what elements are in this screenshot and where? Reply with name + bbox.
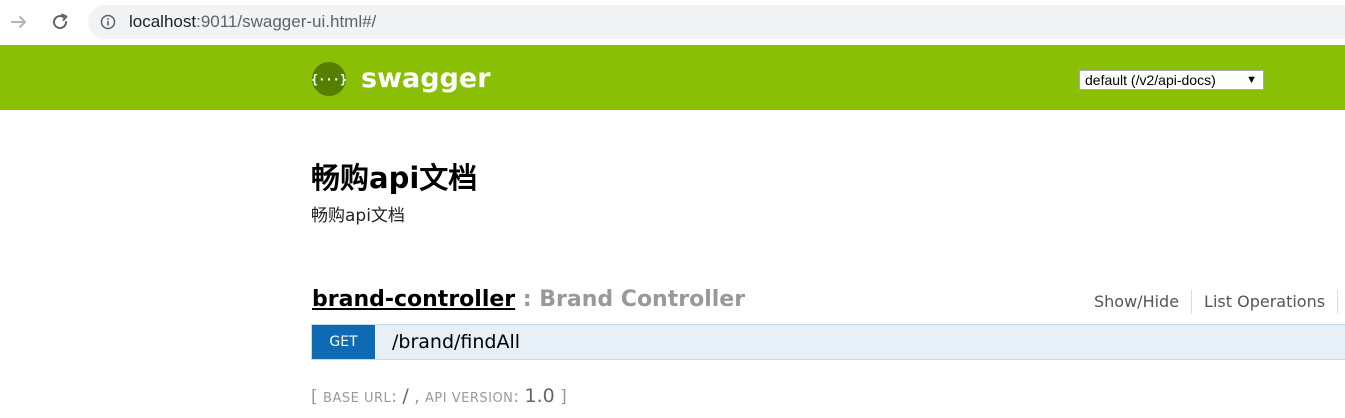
forward-button[interactable]: [7, 10, 31, 34]
spec-select-value: default (/v2/api-docs): [1085, 72, 1216, 88]
controller-description: Brand Controller: [539, 287, 746, 312]
controller-name-link[interactable]: brand-controller: [312, 287, 515, 312]
reload-button[interactable]: [48, 10, 72, 34]
swagger-logo-icon[interactable]: {···}: [311, 61, 347, 97]
spec-select[interactable]: default (/v2/api-docs) ▼: [1079, 70, 1264, 90]
address-bar[interactable]: localhost:9011/swagger-ui.html#/: [88, 5, 1345, 39]
controller-separator: :: [515, 287, 540, 312]
base-url-label: base url: [323, 391, 392, 406]
api-description: 畅购api文档: [311, 206, 405, 226]
controller-options: Show/Hide List Operations: [1080, 290, 1339, 314]
api-version-value: 1.0: [524, 385, 555, 407]
info-icon[interactable]: [100, 14, 116, 30]
http-method-badge[interactable]: GET: [312, 325, 375, 359]
reload-icon: [53, 13, 68, 30]
swagger-brand[interactable]: swagger: [361, 61, 491, 97]
base-url-separator: :: [391, 387, 403, 407]
forward-arrow-icon: [11, 16, 26, 28]
api-title: 畅购api文档: [311, 161, 478, 195]
close-bracket: ]: [554, 387, 567, 407]
controller-heading: brand-controller : Brand Controller: [312, 285, 745, 315]
api-footer-info: [ base url: / , api version: 1.0 ]: [311, 385, 567, 410]
url-path: :9011/swagger-ui.html#/: [196, 12, 377, 31]
browser-toolbar: localhost:9011/swagger-ui.html#/: [0, 0, 1345, 44]
logo-glyph: {···}: [311, 73, 347, 87]
api-version-label: api version: [425, 391, 514, 406]
url-host: localhost: [129, 12, 197, 31]
url-text[interactable]: localhost:9011/swagger-ui.html#/: [129, 12, 376, 32]
footer-comma: ,: [408, 387, 426, 407]
open-bracket: [: [311, 387, 324, 407]
list-operations-link[interactable]: List Operations: [1192, 290, 1339, 314]
api-version-separator: :: [513, 387, 525, 407]
endpoint-path[interactable]: /brand/findAll: [392, 325, 520, 359]
chevron-down-icon: ▼: [1246, 74, 1257, 86]
show-hide-link[interactable]: Show/Hide: [1080, 290, 1193, 314]
endpoint-row[interactable]: GET /brand/findAll: [311, 324, 1345, 360]
swagger-header: {···} swagger default (/v2/api-docs) ▼: [0, 45, 1345, 110]
